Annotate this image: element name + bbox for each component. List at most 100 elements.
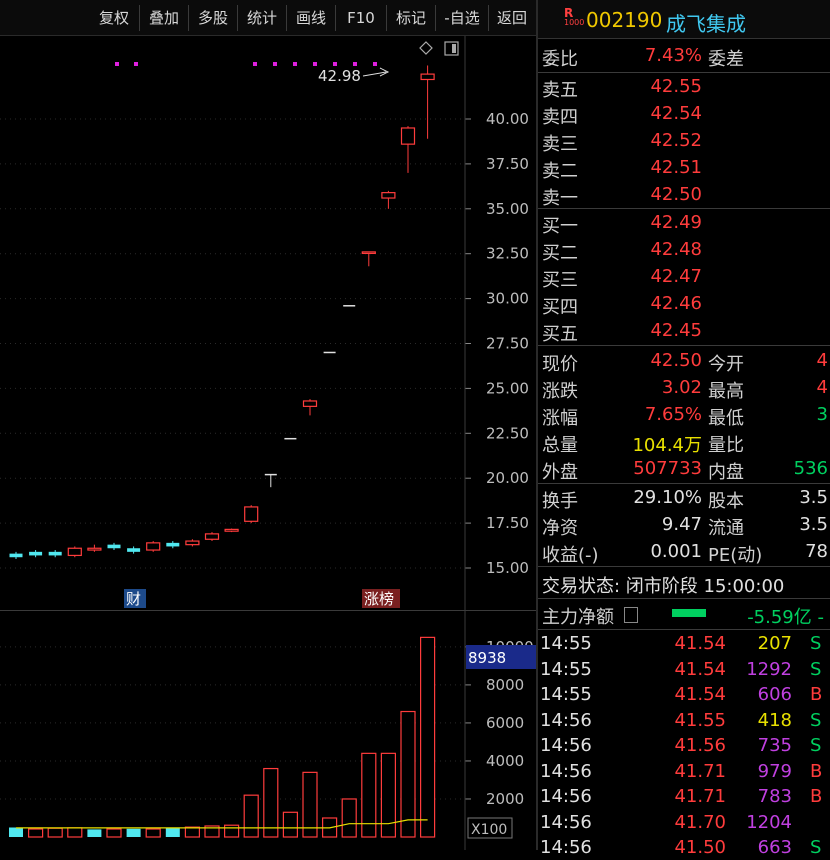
tick-price: 41.54: [674, 684, 726, 705]
ask-price: 42.55: [650, 76, 702, 97]
statistics-button[interactable]: 统计: [237, 5, 286, 31]
volume-bar[interactable]: [361, 752, 377, 838]
tick-price: 41.71: [674, 786, 726, 807]
quote-row: 涨幅 7.65% 最低 3: [538, 402, 830, 429]
candle[interactable]: [146, 541, 161, 552]
stock-code[interactable]: 002190: [586, 8, 662, 32]
ask-row: 卖一 42.50: [538, 182, 830, 209]
candle[interactable]: [361, 251, 376, 267]
diamond-icon[interactable]: [419, 41, 433, 55]
multi-stock-button[interactable]: 多股: [188, 5, 237, 31]
quote-row: 涨跌 3.02 最高 4: [538, 375, 830, 402]
quote-row: 总量 104.4万 量比: [538, 429, 830, 456]
volume-bar[interactable]: [341, 798, 357, 838]
volume-bar[interactable]: [165, 827, 180, 837]
tick-price: 41.54: [674, 633, 726, 654]
volume-bar[interactable]: [400, 710, 416, 838]
candle[interactable]: [244, 505, 259, 524]
overlay-button[interactable]: 叠加: [139, 5, 188, 31]
price-tick-label: 40.00: [486, 110, 529, 128]
candle[interactable]: [127, 546, 141, 554]
candle[interactable]: [29, 550, 43, 558]
volume-bar[interactable]: [184, 826, 200, 838]
panel-toggle-icon[interactable]: [444, 41, 459, 56]
f10-button[interactable]: F10: [335, 5, 386, 31]
volume-bar[interactable]: [380, 752, 396, 838]
high-price-label: 42.98: [318, 67, 361, 85]
volume-bar[interactable]: [87, 829, 102, 837]
tick-row: 14:56 41.55 418 S: [538, 708, 830, 733]
back-button[interactable]: 返回: [488, 5, 535, 31]
quote-value: 7.65%: [644, 404, 702, 425]
tick-time: 14:56: [540, 709, 592, 731]
volume-bar[interactable]: [106, 828, 122, 838]
volume-tick-label: 8000: [486, 676, 524, 694]
volume-bar[interactable]: [420, 636, 436, 838]
volume-bar[interactable]: [224, 824, 240, 838]
fund-value-2: 3.5: [799, 487, 828, 508]
fuquan-button[interactable]: 复权: [90, 5, 138, 31]
price-tick-label: 35.00: [486, 200, 529, 218]
volume-chart[interactable]: 100008000600040002000 8938 X100: [0, 611, 536, 850]
svg-text:涨榜: 涨榜: [364, 590, 394, 608]
tick-volume: 979: [757, 760, 792, 782]
tick-volume: 783: [757, 786, 792, 807]
candle[interactable]: [107, 542, 121, 551]
draw-line-button[interactable]: 画线: [286, 5, 335, 31]
tick-row: 14:55 41.54 606 B: [538, 682, 830, 707]
candle[interactable]: [381, 190, 396, 209]
volume-bar[interactable]: [145, 828, 161, 838]
candle[interactable]: [302, 399, 318, 416]
candle[interactable]: [264, 473, 277, 488]
candle[interactable]: [87, 544, 102, 552]
volume-bar[interactable]: [28, 828, 44, 838]
candle[interactable]: [224, 528, 239, 533]
tick-time: 14:55: [540, 684, 592, 705]
tick-time: 14:56: [540, 786, 592, 807]
fund-value-2: 3.5: [799, 514, 828, 535]
fund-row: 净资 9.47 流通 3.5: [538, 512, 830, 539]
quote-value-2: 4: [816, 377, 828, 398]
volume-bar[interactable]: [263, 767, 279, 838]
bid-price: 42.46: [650, 293, 702, 314]
remove-watchlist-button[interactable]: -自选: [435, 5, 488, 31]
zhangbang-tag[interactable]: 涨榜: [362, 589, 400, 608]
volume-bar[interactable]: [67, 827, 83, 838]
tick-volume: 663: [757, 837, 792, 858]
volume-bar[interactable]: [47, 827, 63, 838]
volume-bar[interactable]: [243, 794, 259, 838]
quote-value: 42.50: [650, 350, 702, 371]
candle[interactable]: [420, 65, 435, 139]
candle[interactable]: [204, 532, 220, 542]
price-tick-label: 25.00: [486, 379, 529, 397]
ask-level-label: 卖二: [542, 161, 578, 182]
candle[interactable]: [400, 126, 416, 173]
candle[interactable]: [9, 551, 23, 560]
mark-button[interactable]: 标记: [386, 5, 435, 31]
volume-bar[interactable]: [9, 827, 23, 837]
tick-time: 14:55: [540, 658, 592, 680]
bid-level-label: 买二: [542, 243, 578, 264]
weibi-value: 7.43%: [644, 45, 702, 66]
cai-tag[interactable]: 财: [124, 589, 146, 608]
bid-level-label: 买五: [542, 324, 578, 345]
tick-volume: 606: [757, 684, 792, 705]
main-force-row: 主力净额 -5.59亿 -: [538, 601, 830, 628]
stock-name[interactable]: 成飞集成: [666, 8, 746, 37]
volume-unit: X100: [471, 822, 507, 838]
bid-row: 买一 42.49: [538, 210, 830, 237]
candle[interactable]: [67, 546, 82, 558]
kline-chart[interactable]: 40.00 37.50 35.00 32.50 30.00 27.50 25.00 22.50…: [0, 36, 536, 610]
bid-row: 买五 42.45: [538, 318, 830, 345]
fund-label-2: 流通: [708, 518, 744, 539]
tick-side: S: [810, 837, 822, 858]
quote-panel: R 1000 002190 成飞集成 委比 7.43% 委差 卖五 42.55 卖四 4…: [536, 0, 830, 858]
candle[interactable]: [185, 539, 200, 547]
high-arrow-icon: [362, 71, 387, 77]
volume-bar[interactable]: [282, 811, 298, 838]
volume-bar[interactable]: [126, 828, 141, 837]
list-icon[interactable]: [624, 607, 638, 623]
quote-value: 507733: [633, 458, 702, 479]
candle[interactable]: [48, 550, 62, 558]
candle[interactable]: [166, 541, 180, 549]
